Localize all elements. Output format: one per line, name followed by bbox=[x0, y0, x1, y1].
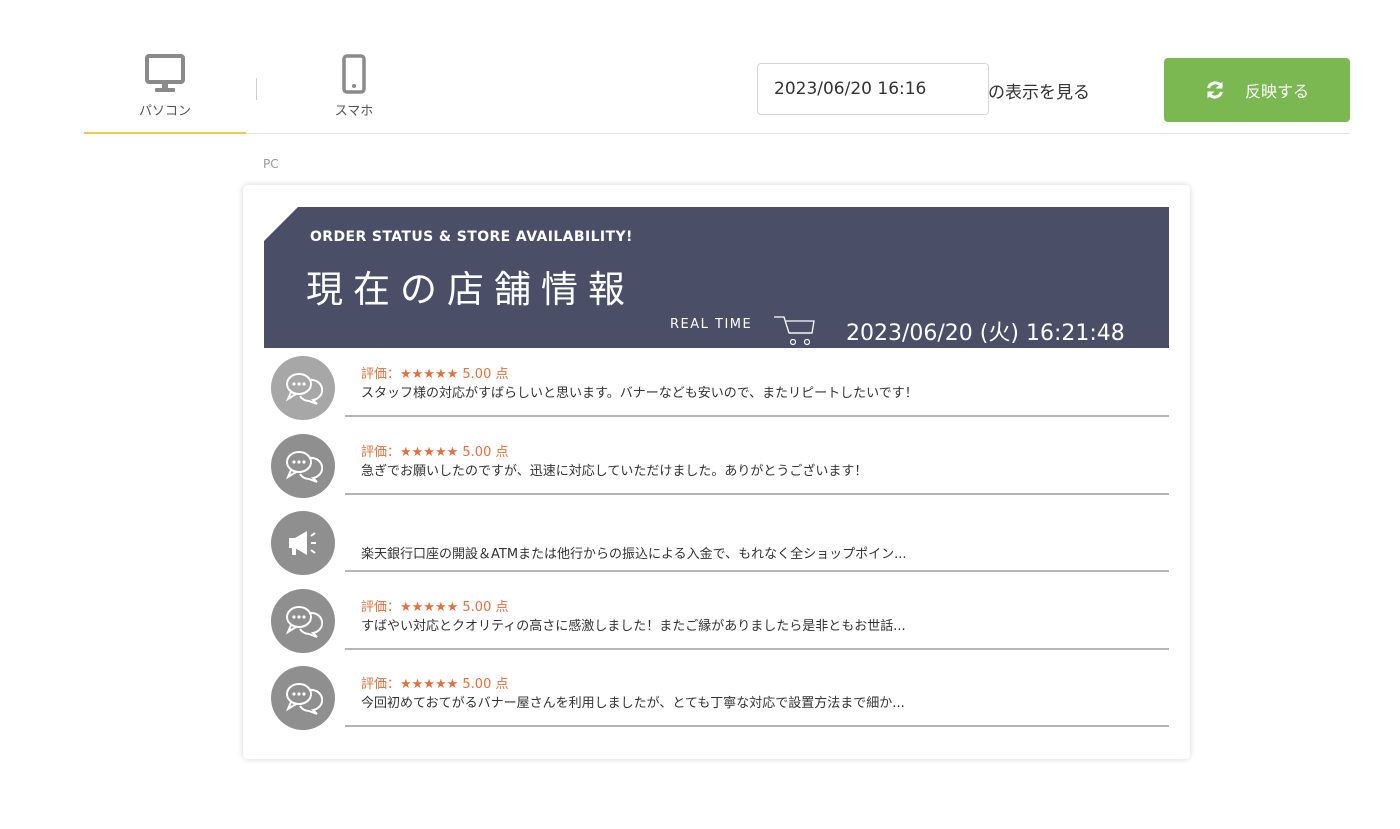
store-info-banner: ORDER STATUS & STORE AVAILABILITY! 現在の店舗… bbox=[264, 207, 1169, 348]
list-item-body: 評価：★★★★★ 5.00 点 今回初めておてがるバナー屋さんを利用しましたが、… bbox=[345, 658, 1169, 727]
reflect-button-label: 反映する bbox=[1244, 82, 1309, 101]
banner-title-en: ORDER STATUS & STORE AVAILABILITY! bbox=[310, 229, 633, 245]
review-rating: 評価：★★★★★ 5.00 点 bbox=[361, 444, 509, 460]
chat-bubble-icon bbox=[271, 588, 335, 653]
review-rating: 評価：★★★★★ 5.00 点 bbox=[361, 677, 509, 692]
tab-smartphone[interactable]: スマホ bbox=[274, 54, 434, 134]
news-list: 評価：★★★★★ 5.00 点 スタッフ様の対応がすばらしいと思います。バナーな… bbox=[264, 348, 1169, 736]
list-item-body: 楽天銀行口座の開設＆ATMまたは他行からの振込による入金で、もれなく全ショップポ… bbox=[345, 503, 1169, 572]
reflect-button[interactable]: 反映する bbox=[1164, 58, 1350, 122]
device-toolbar: パソコン スマホ の表示を見る 反映する bbox=[84, 0, 1350, 134]
list-item[interactable]: 評価：★★★★★ 5.00 点 スタッフ様の対応がすばらしいと思います。バナーな… bbox=[264, 348, 1169, 426]
preview-section-label: PC bbox=[263, 157, 279, 171]
review-rating: 評価：★★★★★ 5.00 点 bbox=[361, 599, 509, 615]
preview-card: ORDER STATUS & STORE AVAILABILITY! 現在の店舗… bbox=[243, 185, 1190, 759]
list-item[interactable]: 評価：★★★★★ 5.00 点 すばやい対応とクオリティの高さに感激しました！ま… bbox=[264, 581, 1169, 659]
realtime-label: REAL TIME bbox=[670, 317, 753, 332]
chat-bubble-icon bbox=[271, 433, 335, 498]
review-text: すばやい対応とクオリティの高さに感激しました！またご縁がありましたら是非ともお世… bbox=[361, 618, 906, 634]
list-item[interactable]: 評価：★★★★★ 5.00 点 今回初めておてがるバナー屋さんを利用しましたが、… bbox=[264, 658, 1169, 736]
list-item[interactable]: 楽天銀行口座の開設＆ATMまたは他行からの振込による入金で、もれなく全ショップポ… bbox=[264, 503, 1169, 581]
notice-text: 楽天銀行口座の開設＆ATMまたは他行からの振込による入金で、もれなく全ショップポ… bbox=[361, 547, 907, 562]
list-item-body: 評価：★★★★★ 5.00 点 スタッフ様の対応がすばらしいと思います。バナーな… bbox=[345, 348, 1169, 417]
tab-divider bbox=[256, 78, 257, 100]
list-item-body: 評価：★★★★★ 5.00 点 すばやい対応とクオリティの高さに感激しました！ま… bbox=[345, 581, 1169, 650]
megaphone-icon bbox=[271, 511, 335, 575]
review-text: スタッフ様の対応がすばらしいと思います。バナーなども安いので、またリピートしたい… bbox=[361, 386, 918, 401]
banner-corner-decoration bbox=[264, 207, 298, 241]
review-rating: 評価：★★★★★ 5.00 点 bbox=[361, 367, 509, 382]
list-item[interactable]: 評価：★★★★★ 5.00 点 急ぎでお願いしたのですが、迅速に対応していただけ… bbox=[264, 426, 1169, 504]
chat-bubble-icon bbox=[271, 356, 335, 420]
view-date-suffix: の表示を見る bbox=[988, 83, 1090, 103]
tab-smartphone-label: スマホ bbox=[334, 104, 374, 119]
review-text: 急ぎでお願いしたのですが、迅速に対応していただけました。ありがとうございます！ bbox=[361, 463, 868, 479]
refresh-icon bbox=[1207, 81, 1223, 99]
smartphone-icon bbox=[342, 54, 366, 94]
chat-bubble-icon bbox=[271, 666, 335, 730]
tab-pc-label: パソコン bbox=[138, 104, 191, 119]
cart-icon bbox=[774, 316, 815, 346]
monitor-icon bbox=[145, 54, 185, 92]
list-item-body: 評価：★★★★★ 5.00 点 急ぎでお願いしたのですが、迅速に対応していただけ… bbox=[345, 426, 1169, 495]
view-date-input[interactable] bbox=[757, 63, 989, 115]
banner-title-jp: 現在の店舗情報 bbox=[306, 268, 635, 311]
review-text: 今回初めておてがるバナー屋さんを利用しましたが、とても丁寧な対応で設置方法まで細… bbox=[361, 696, 905, 711]
tab-pc[interactable]: パソコン bbox=[84, 54, 246, 134]
banner-datetime: 2023/06/20 (火) 16:21:48 bbox=[846, 321, 1125, 346]
